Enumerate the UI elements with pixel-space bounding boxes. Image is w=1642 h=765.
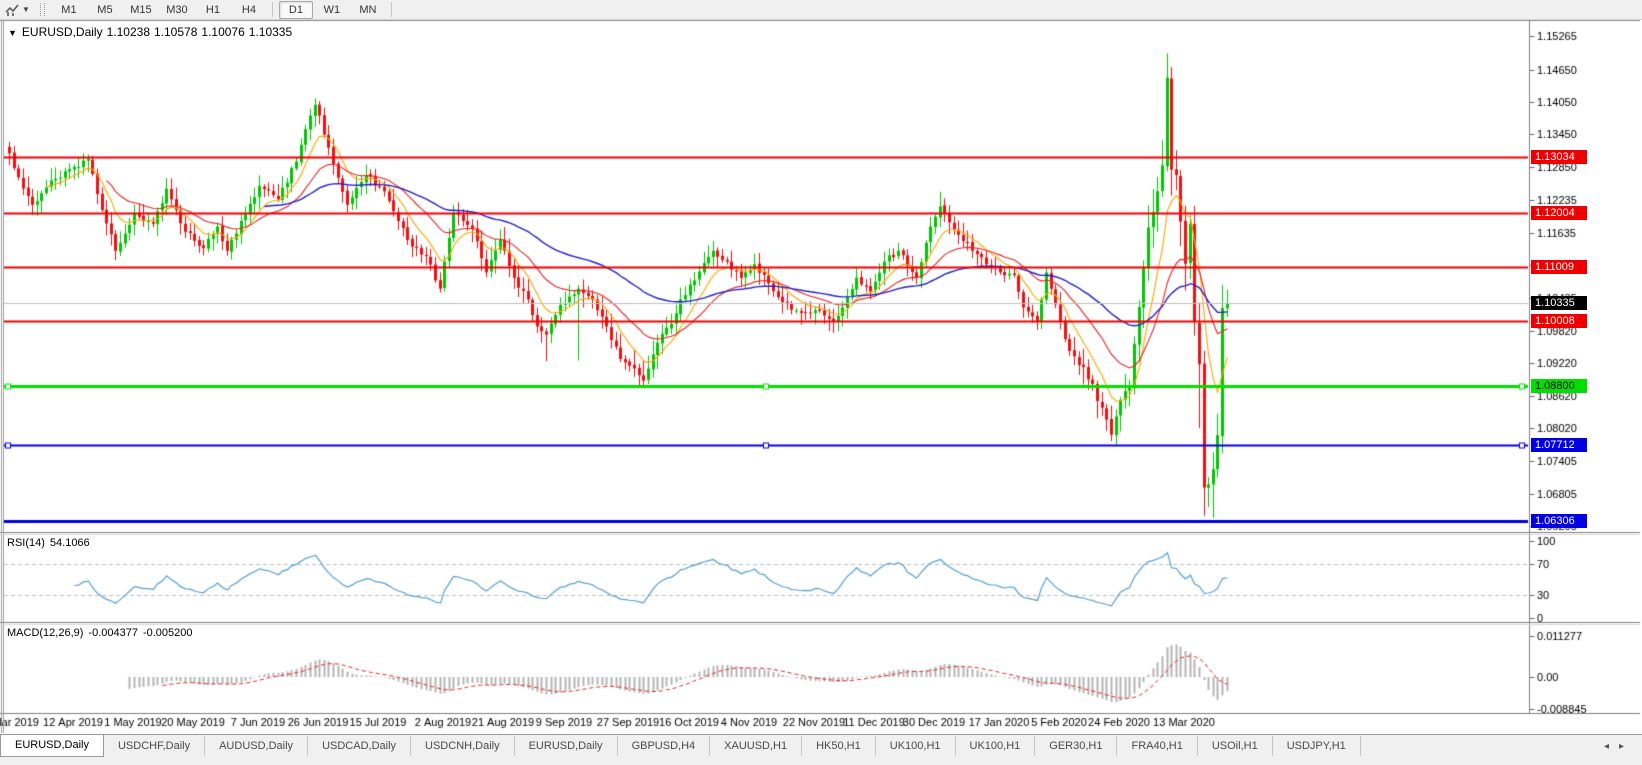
chart-tab-usoil-h1[interactable]: USOil,H1 — [1198, 736, 1273, 756]
chart-tab-uk100-h1[interactable]: UK100,H1 — [876, 736, 956, 756]
rsi-value: 54.1066 — [50, 537, 90, 549]
scroll-left-icon[interactable]: ◂ — [1604, 741, 1619, 752]
timeframe-button-d1[interactable]: D1 — [279, 1, 313, 19]
price-chart-canvas[interactable] — [0, 0, 1642, 765]
chart-tab-hk50-h1[interactable]: HK50,H1 — [802, 736, 876, 756]
timeframe-button-w1[interactable]: W1 — [315, 1, 349, 19]
timeframe-toolbar: ▼ M1M5M15M30H1H4 D1W1MN — [0, 0, 1642, 20]
chart-tab-usdcad-daily[interactable]: USDCAD,Daily — [308, 736, 411, 756]
chart-tab-usdchf-daily[interactable]: USDCHF,Daily — [104, 736, 205, 756]
timeframe-button-m15[interactable]: M15 — [124, 1, 158, 19]
ohlc-open: 1.10238 — [107, 25, 150, 39]
toolbar-grip[interactable] — [40, 3, 45, 16]
macd-name: MACD(12,26,9) — [7, 627, 83, 639]
timeframe-button-m30[interactable]: M30 — [160, 1, 194, 19]
chart-tab-ger30-h1[interactable]: GER30,H1 — [1035, 736, 1117, 756]
toolbar-separator — [272, 2, 273, 17]
chart-tab-audusd-daily[interactable]: AUDUSD,Daily — [205, 736, 308, 756]
chart-tab-eurusd-daily[interactable]: EURUSD,Daily — [515, 736, 618, 756]
price-line-badge-1.07712: 1.07712 — [1531, 438, 1587, 452]
chart-tab-usdcnh-daily[interactable]: USDCNH,Daily — [411, 736, 515, 756]
price-line-badge-1.08800: 1.08800 — [1531, 379, 1587, 393]
trading-platform-window: ▼ M1M5M15M30H1H4 D1W1MN ▼ EURUSD,Daily 1.1… — [0, 0, 1642, 765]
macd-indicator-label: MACD(12,26,9) -0.004377 -0.005200 — [7, 627, 198, 639]
ohlc-low: 1.10076 — [201, 25, 244, 39]
tab-scroll-arrows[interactable]: ◂▸ — [1604, 741, 1634, 752]
chart-tab-eurusd-daily[interactable]: EURUSD,Daily — [0, 735, 104, 757]
timeframe-button-mn[interactable]: MN — [351, 1, 385, 19]
timeframe-button-m5[interactable]: M5 — [88, 1, 122, 19]
macd-main-value: -0.004377 — [88, 627, 138, 639]
ohlc-close: 1.10335 — [249, 25, 292, 39]
timeframe-buttons-major: D1W1MN — [278, 1, 386, 19]
chart-tab-fra40-h1[interactable]: FRA40,H1 — [1117, 736, 1197, 756]
toolbar-separator — [391, 2, 392, 17]
rsi-indicator-label: RSI(14) 54.1066 — [7, 537, 95, 549]
price-line-badge-1.10335: 1.10335 — [1531, 296, 1587, 310]
chart-title: ▼ EURUSD,Daily 1.10238 1.10578 1.10076 1.1033… — [8, 25, 296, 39]
price-line-badge-1.13034: 1.13034 — [1531, 150, 1587, 164]
chart-symbol-period: EURUSD,Daily — [22, 25, 103, 39]
price-line-badge-1.06306: 1.06306 — [1531, 514, 1587, 528]
scroll-right-icon[interactable]: ▸ — [1619, 741, 1634, 752]
timeframe-button-h4[interactable]: H4 — [232, 1, 266, 19]
timeframe-button-h1[interactable]: H1 — [196, 1, 230, 19]
timeframe-buttons-minor: M1M5M15M30H1H4 — [51, 1, 267, 19]
price-line-badge-1.12004: 1.12004 — [1531, 206, 1587, 220]
timeframe-button-m1[interactable]: M1 — [52, 1, 86, 19]
rsi-name: RSI(14) — [7, 537, 45, 549]
chart-tab-bar: EURUSD,DailyUSDCHF,DailyAUDUSD,DailyUSDC… — [0, 734, 1642, 765]
chevron-down-icon[interactable]: ▼ — [22, 5, 30, 14]
collapse-quotes-icon[interactable]: ▼ — [8, 28, 17, 38]
chart-tab-xauusd-h1[interactable]: XAUUSD,H1 — [710, 736, 802, 756]
chart-tab-gbpusd-h4[interactable]: GBPUSD,H4 — [618, 736, 711, 756]
macd-signal-value: -0.005200 — [143, 627, 193, 639]
chart-tab-usdjpy-h1[interactable]: USDJPY,H1 — [1273, 736, 1361, 756]
chart-tab-uk100-h1[interactable]: UK100,H1 — [956, 736, 1036, 756]
chart-cursor-icon[interactable] — [2, 2, 22, 18]
price-line-badge-1.11009: 1.11009 — [1531, 260, 1587, 274]
price-line-badge-1.10008: 1.10008 — [1531, 314, 1587, 328]
ohlc-high: 1.10578 — [154, 25, 197, 39]
